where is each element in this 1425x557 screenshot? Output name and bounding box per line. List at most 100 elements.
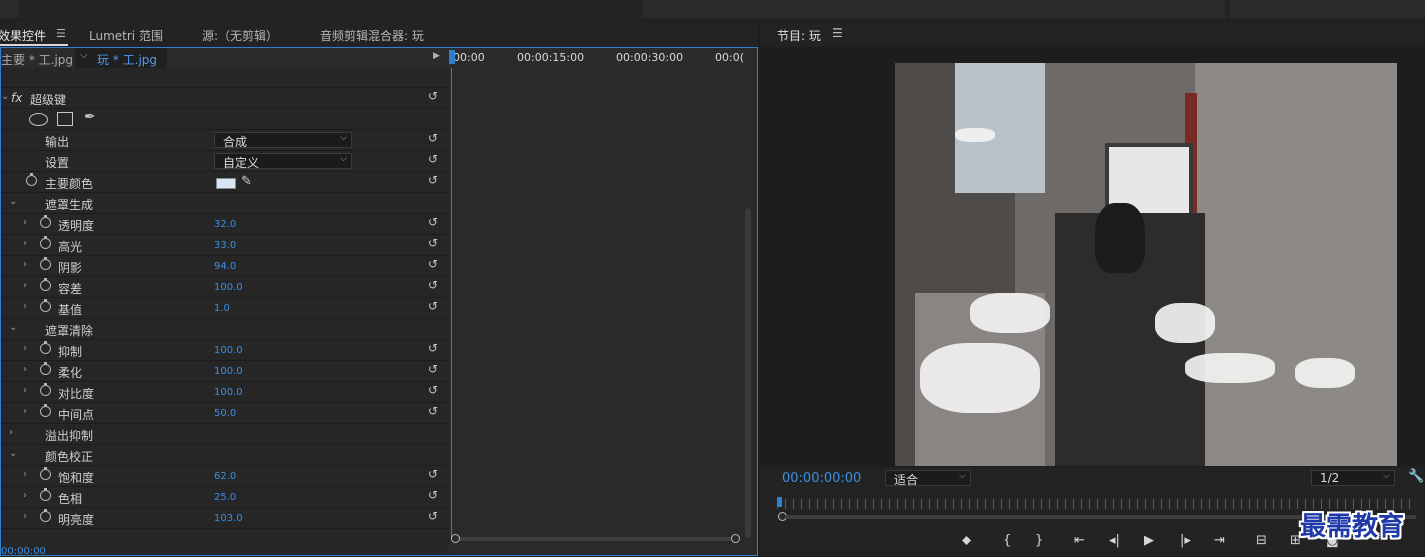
- chevron-right-icon[interactable]: ›: [23, 469, 27, 480]
- fx-icon[interactable]: fx: [11, 91, 22, 105]
- hamburger-menu-icon[interactable]: ☰: [56, 27, 66, 40]
- property-value[interactable]: 100.0: [214, 387, 243, 398]
- chevron-right-icon[interactable]: ›: [23, 385, 27, 396]
- reset-icon[interactable]: ↺: [428, 236, 442, 250]
- video-viewer[interactable]: [760, 47, 1425, 467]
- tab-source[interactable]: 源:（无剪辑）: [202, 27, 278, 44]
- stopwatch-icon[interactable]: [26, 173, 37, 186]
- reset-icon[interactable]: ↺: [428, 215, 442, 229]
- stopwatch-icon[interactable]: [40, 509, 51, 522]
- sequence-clip-tab[interactable]: ⌵ 玩 * 工.jpg: [75, 48, 167, 68]
- reset-icon[interactable]: ↺: [428, 257, 442, 271]
- chevron-right-icon[interactable]: ›: [23, 217, 27, 228]
- property-value[interactable]: 100.0: [214, 366, 243, 377]
- reset-icon[interactable]: ↺: [428, 362, 442, 376]
- hamburger-menu-icon[interactable]: ☰: [832, 26, 843, 40]
- stopwatch-icon[interactable]: [40, 362, 51, 375]
- program-monitor-title[interactable]: 节目: 玩: [777, 27, 821, 44]
- reset-icon[interactable]: ↺: [428, 278, 442, 292]
- reset-icon[interactable]: ↺: [428, 152, 442, 166]
- tab-audio-clip-mixer[interactable]: 音频剪辑混合器: 玩: [320, 27, 424, 44]
- reset-icon[interactable]: ↺: [428, 488, 442, 502]
- chevron-down-icon[interactable]: ⌄: [9, 448, 17, 459]
- mark-out-icon[interactable]: }: [1035, 533, 1043, 548]
- property-value[interactable]: 100.0: [214, 345, 243, 356]
- stopwatch-icon[interactable]: [40, 404, 51, 417]
- reset-icon[interactable]: ↺: [428, 341, 442, 355]
- stopwatch-icon[interactable]: [40, 341, 51, 354]
- reset-icon[interactable]: ↺: [428, 299, 442, 313]
- property-value[interactable]: 103.0: [214, 513, 243, 524]
- mark-in-icon[interactable]: {: [1003, 533, 1011, 548]
- property-value[interactable]: 50.0: [214, 408, 236, 419]
- effect-timeline[interactable]: 00:00 00:00:15:00 00:00:30:00 00:0(: [449, 48, 757, 555]
- go-to-in-icon[interactable]: ⇤: [1074, 533, 1085, 548]
- stopwatch-icon[interactable]: [40, 215, 51, 228]
- property-value[interactable]: 33.0: [214, 240, 236, 251]
- chevron-down-icon[interactable]: ⌄: [1, 91, 9, 102]
- time-ruler[interactable]: 00:00 00:00:15:00 00:00:30:00 00:0(: [449, 48, 757, 68]
- stopwatch-icon[interactable]: [40, 488, 51, 501]
- chevron-right-icon[interactable]: ›: [23, 280, 27, 291]
- step-back-icon[interactable]: ◂|: [1109, 533, 1120, 548]
- chevron-right-icon[interactable]: ›: [9, 427, 13, 438]
- property-value[interactable]: 62.0: [214, 471, 236, 482]
- chevron-right-icon[interactable]: ›: [23, 490, 27, 501]
- reset-icon[interactable]: ↺: [428, 383, 442, 397]
- playback-resolution-dropdown[interactable]: 1/2 ⌵: [1311, 470, 1395, 486]
- scroll-end-handle[interactable]: [731, 534, 740, 543]
- stopwatch-icon[interactable]: [40, 278, 51, 291]
- vertical-scrollbar[interactable]: [745, 208, 751, 538]
- chevron-right-icon[interactable]: ›: [23, 364, 27, 375]
- tab-lumetri-scopes[interactable]: Lumetri 范围: [89, 27, 163, 44]
- chevron-right-icon[interactable]: ›: [23, 301, 27, 312]
- workspace-tabs[interactable]: [642, 0, 1225, 18]
- chevron-down-icon[interactable]: ⌄: [9, 196, 17, 207]
- go-to-out-icon[interactable]: ⇥: [1214, 533, 1225, 548]
- property-value[interactable]: 94.0: [214, 261, 236, 272]
- add-marker-icon[interactable]: ⬥: [962, 533, 971, 548]
- reset-icon[interactable]: ↺: [428, 131, 442, 145]
- group-spill-suppression[interactable]: › 溢出抑制: [1, 424, 449, 445]
- stopwatch-icon[interactable]: [40, 257, 51, 270]
- horizontal-scrollbar[interactable]: [457, 537, 735, 541]
- play-icon[interactable]: ▶: [1144, 533, 1154, 548]
- setting-dropdown[interactable]: 自定义 ⌵: [214, 153, 352, 170]
- property-value[interactable]: 100.0: [214, 282, 243, 293]
- pen-mask-icon[interactable]: ✒: [84, 109, 96, 125]
- zoom-level-dropdown[interactable]: 适合 ⌵: [885, 470, 971, 487]
- scroll-start-handle[interactable]: [451, 534, 460, 543]
- rectangle-mask-icon[interactable]: [57, 112, 73, 126]
- property-value[interactable]: 32.0: [214, 219, 236, 230]
- group-color-correction[interactable]: ⌄ 颜色校正: [1, 445, 449, 466]
- reset-icon[interactable]: ↺: [428, 509, 442, 523]
- reset-icon[interactable]: ↺: [428, 173, 442, 187]
- stopwatch-icon[interactable]: [40, 383, 51, 396]
- chevron-down-icon[interactable]: ⌄: [9, 322, 17, 333]
- reset-icon[interactable]: ↺: [428, 467, 442, 481]
- chevron-right-icon[interactable]: ›: [23, 238, 27, 249]
- step-forward-icon[interactable]: |▸: [1180, 533, 1191, 548]
- chevron-right-icon[interactable]: ›: [23, 259, 27, 270]
- chevron-down-icon[interactable]: ⌵: [80, 50, 88, 61]
- group-matte-cleanup[interactable]: ⌄ 遮罩清除: [1, 319, 449, 340]
- playhead-handle[interactable]: [449, 50, 455, 64]
- eyedropper-icon[interactable]: ✎: [241, 174, 252, 189]
- playhead-timecode[interactable]: 00:00:00:00: [782, 471, 861, 486]
- reset-icon[interactable]: ↺: [428, 404, 442, 418]
- current-time-readout[interactable]: 00:00:00: [1, 546, 46, 557]
- chevron-right-icon[interactable]: ›: [23, 343, 27, 354]
- ellipse-mask-icon[interactable]: [29, 113, 48, 126]
- reset-icon[interactable]: ↺: [428, 89, 442, 103]
- stopwatch-icon[interactable]: [40, 467, 51, 480]
- play-only-clip-icon[interactable]: ▶: [433, 51, 440, 61]
- lift-icon[interactable]: ⊟: [1256, 533, 1267, 548]
- property-value[interactable]: 1.0: [214, 303, 230, 314]
- key-color-swatch[interactable]: [216, 178, 236, 189]
- tab-effect-controls[interactable]: 效果控件: [0, 27, 46, 44]
- wrench-icon[interactable]: 🔧: [1408, 469, 1424, 484]
- stopwatch-icon[interactable]: [40, 236, 51, 249]
- property-value[interactable]: 25.0: [214, 492, 236, 503]
- group-matte-generation[interactable]: ⌄ 遮罩生成: [1, 193, 449, 214]
- effect-header-ultra-key[interactable]: ⌄ fx 超级键 ↺: [1, 88, 449, 109]
